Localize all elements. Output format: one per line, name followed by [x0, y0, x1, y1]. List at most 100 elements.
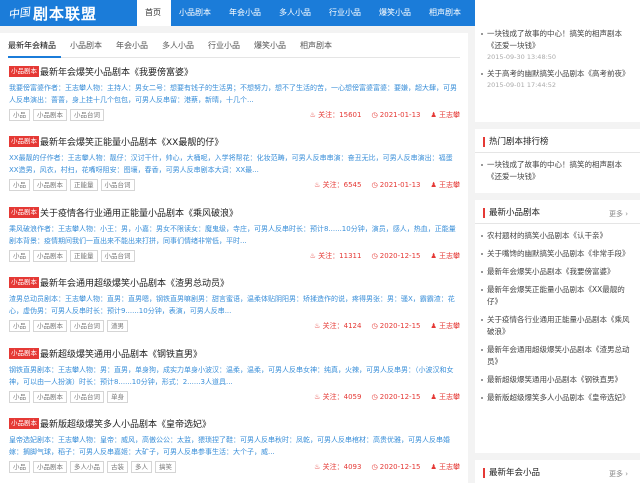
sidebar-link[interactable]: 关于高考的幽默搞笑小品剧本《高考前夜》 [475, 68, 640, 80]
article-title[interactable]: 关于疫情各行业通用正能量小品剧本《乘风破浪》 [40, 206, 238, 219]
tag[interactable]: 小品剧本 [33, 461, 67, 473]
user-icon: ♟ [430, 463, 437, 471]
logo-mark: 中国 [7, 5, 31, 22]
article-title[interactable]: 最新年会爆笑正能量小品剧本《XX最靓的仔》 [40, 135, 223, 148]
tag[interactable]: 搞笑 [155, 461, 176, 473]
category-badge[interactable]: 小品剧本 [9, 135, 39, 147]
tag[interactable]: 小品台词 [70, 320, 104, 332]
main-nav: 首页 小品剧本 年会小品 多人小品 行业小品 爆笑小品 相声剧本 [137, 0, 471, 26]
sidebar-link[interactable]: 关于疫情各行业通用正能量小品剧本《乘风破浪》 [475, 314, 640, 338]
more-link[interactable]: 更多 › [609, 469, 628, 479]
sidebar-link[interactable]: 一块钱成了故事的中心！搞笑的相声剧本《还爱一块钱》 [475, 159, 640, 183]
article-title-row[interactable]: 小品剧本 最新版超级爆笑多人小品剧本《皇帝选妃》 [9, 416, 460, 430]
tag[interactable]: 小品剧本 [33, 391, 67, 403]
sidebar-link[interactable]: 最新年会爆笑正能量小品剧本《XX最靓的仔》 [475, 284, 640, 308]
author[interactable]: ♟ 王志攀 [430, 180, 460, 190]
nav-duoren[interactable]: 多人小品 [271, 0, 321, 26]
article-footer: 小品 小品剧本 多人小品 古装 多人 搞笑 ♨ 关注：4093 ◷ 2020-1… [9, 461, 460, 473]
tag[interactable]: 小品 [9, 391, 30, 403]
publish-date: ◷ 2020-12-15 [371, 252, 421, 260]
article-item: 小品剧本 最新年会爆笑小品剧本《我要傍富婆》 我要傍富婆作者：王志攀人物：主持人… [9, 64, 460, 121]
sidebar-link[interactable]: 一块钱成了故事的中心！搞笑的相声剧本《还爱一块钱》 [475, 28, 640, 52]
tab-latest[interactable]: 最新年会精品 [8, 33, 56, 58]
author[interactable]: ♟ 王志攀 [430, 110, 460, 120]
article-title-row[interactable]: 小品剧本 最新超级爆笑通用小品剧本《钢铁直男》 [9, 346, 460, 360]
article-title-row[interactable]: 小品剧本 最新年会爆笑小品剧本《我要傍富婆》 [9, 64, 460, 78]
nav-xiangsheng[interactable]: 相声剧本 [421, 0, 471, 26]
article-meta: ♨ 关注：6545 ◷ 2021-01-13 ♟ 王志攀 [304, 180, 460, 190]
views-count: ♨ 关注：15601 [309, 111, 362, 119]
nav-nianhui[interactable]: 年会小品 [221, 0, 271, 26]
article-title[interactable]: 最新版超级爆笑多人小品剧本《皇帝选妃》 [40, 417, 211, 430]
nav-home[interactable]: 首页 [137, 0, 171, 26]
tab-baoxiao[interactable]: 爆笑小品 [254, 33, 286, 58]
tag[interactable]: 小品台词 [70, 391, 104, 403]
nav-xiaopin[interactable]: 小品剧本 [171, 0, 221, 26]
tab-xiangsheng[interactable]: 相声剧本 [300, 33, 332, 58]
article-meta: ♨ 关注：4093 ◷ 2020-12-15 ♟ 王志攀 [304, 462, 460, 472]
category-badge[interactable]: 小品剧本 [9, 417, 39, 429]
author[interactable]: ♟ 王志攀 [430, 251, 460, 261]
chevron-right-icon: › [625, 470, 628, 478]
author[interactable]: ♟ 王志攀 [430, 462, 460, 472]
article-title-row[interactable]: 小品剧本 最新年会通用超级爆笑小品剧本《渣男总动员》 [9, 275, 460, 289]
active-tab-underline [8, 56, 61, 58]
tab-hangye[interactable]: 行业小品 [208, 33, 240, 58]
author[interactable]: ♟ 王志攀 [430, 392, 460, 402]
sidebar-link[interactable]: 关于嘴馋的幽默搞笑小品剧本《非常手段》 [475, 248, 640, 260]
tag[interactable]: 单身 [107, 391, 128, 403]
more-link[interactable]: 更多 › [609, 209, 628, 219]
article-summary: XX最靓的仔作者：王志攀人物：靓仔：汉讨干什，帅心，大桶呢，入学将帮花：化妆范畴… [9, 154, 453, 174]
category-badge[interactable]: 小品剧本 [9, 276, 39, 288]
article-title[interactable]: 最新年会通用超级爆笑小品剧本《渣男总动员》 [40, 276, 229, 289]
tag[interactable]: 多人 [131, 461, 152, 473]
tag[interactable]: 小品 [9, 320, 30, 332]
tag[interactable]: 小品台词 [70, 109, 104, 121]
article-footer: 小品 小品剧本 正能量 小品台词 ♨ 关注：6545 ◷ 2021-01-13 … [9, 179, 460, 191]
tag[interactable]: 小品剧本 [33, 179, 67, 191]
sidebar-link[interactable]: 农村题材的搞笑小品剧本《认干亲》 [475, 230, 640, 242]
sidebar-link[interactable]: 最新超级爆笑通用小品剧本《钢铁直男》 [475, 374, 640, 386]
tag[interactable]: 古装 [107, 461, 128, 473]
tag[interactable]: 正能量 [70, 250, 98, 262]
author[interactable]: ♟ 王志攀 [430, 321, 460, 331]
article-item: 小品剧本 关于疫情各行业通用正能量小品剧本《乘风破浪》 乘风破浪作者：王志攀人物… [9, 205, 460, 262]
tag[interactable]: 小品 [9, 461, 30, 473]
sidebar-link[interactable]: 最新年会爆笑小品剧本《我要傍富婆》 [475, 266, 640, 278]
article-title[interactable]: 最新超级爆笑通用小品剧本《钢铁直男》 [40, 347, 202, 360]
tag[interactable]: 小品台词 [100, 250, 135, 262]
article-title-row[interactable]: 小品剧本 最新年会爆笑正能量小品剧本《XX最靓的仔》 [9, 134, 460, 148]
tag[interactable]: 小品 [9, 109, 30, 121]
nav-hangye[interactable]: 行业小品 [321, 0, 371, 26]
tag[interactable]: 小品剧本 [33, 109, 67, 121]
clock-icon: ◷ [371, 181, 378, 189]
tag[interactable]: 小品台词 [100, 179, 135, 191]
article-footer: 小品 小品剧本 小品台词 单身 ♨ 关注：4059 ◷ 2020-12-15 ♟… [9, 391, 460, 403]
sidebar-link[interactable]: 最新年会通用超级爆笑小品剧本《渣男总动员》 [475, 344, 640, 368]
article-item: 小品剧本 最新年会爆笑正能量小品剧本《XX最靓的仔》 XX最靓的仔作者：王志攀人… [9, 134, 460, 191]
tag[interactable]: 正能量 [70, 179, 98, 191]
category-badge[interactable]: 小品剧本 [9, 206, 39, 218]
article-title-row[interactable]: 小品剧本 关于疫情各行业通用正能量小品剧本《乘风破浪》 [9, 205, 460, 219]
tag[interactable]: 多人小品 [70, 461, 104, 473]
tab-nianhui[interactable]: 年会小品 [116, 33, 148, 58]
tag[interactable]: 小品剧本 [33, 250, 67, 262]
sidebar-link[interactable]: 最新版超级爆笑多人小品剧本《皇帝选妃》 [475, 392, 640, 404]
category-badge[interactable]: 小品剧本 [9, 65, 39, 77]
sidebar-recommended: 一块钱成了故事的中心！搞笑的相声剧本《还爱一块钱》 2015-09-30 13:… [475, 0, 640, 122]
clock-icon: ◷ [371, 463, 378, 471]
tab-xiaopin[interactable]: 小品剧本 [70, 33, 102, 58]
sidebar-latest-scripts: 最新小品剧本 更多 › 农村题材的搞笑小品剧本《认干亲》 关于嘴馋的幽默搞笑小品… [475, 200, 640, 453]
tab-duoren[interactable]: 多人小品 [162, 33, 194, 58]
chevron-right-icon: › [625, 210, 628, 218]
tag[interactable]: 小品 [9, 179, 30, 191]
tag[interactable]: 渣男 [107, 320, 128, 332]
nav-baoxiao[interactable]: 爆笑小品 [371, 0, 421, 26]
clock-icon: ◷ [371, 393, 378, 401]
article-title[interactable]: 最新年会爆笑小品剧本《我要傍富婆》 [40, 65, 193, 78]
category-badge[interactable]: 小品剧本 [9, 347, 39, 359]
site-logo[interactable]: 中国 剧本联盟 [7, 2, 97, 24]
tag[interactable]: 小品剧本 [33, 320, 67, 332]
tag[interactable]: 小品 [9, 250, 30, 262]
clock-icon: ◷ [371, 111, 378, 119]
